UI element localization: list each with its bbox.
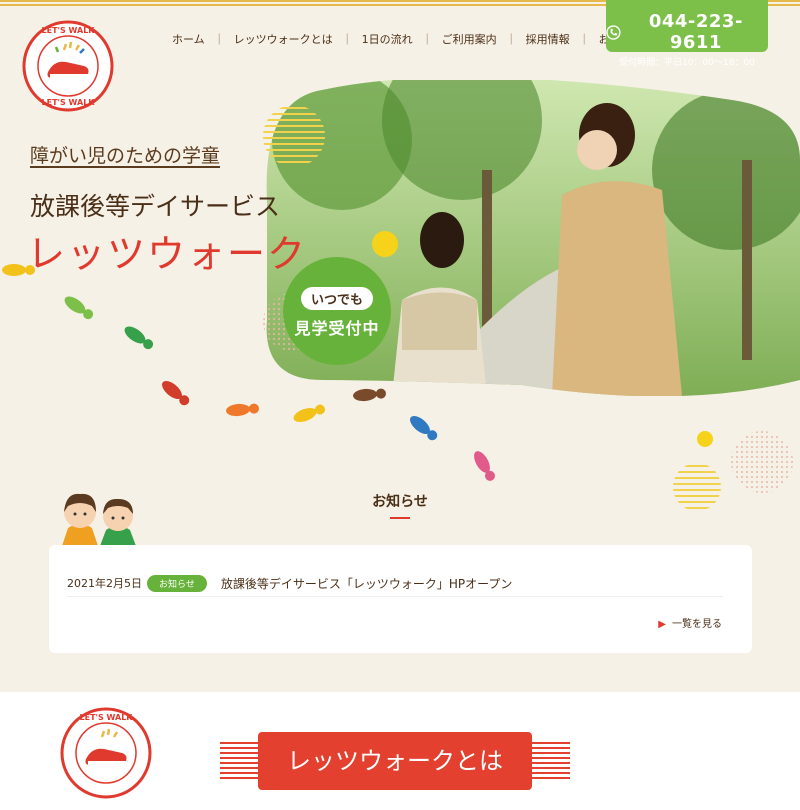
phone-number-row[interactable]: 044-223-9611 (606, 11, 768, 53)
visit-badge[interactable]: いつでも 見学受付中 (283, 257, 391, 365)
triangle-right-icon: ▶ (658, 619, 666, 630)
news-more-label[interactable]: 一覧を見る (672, 619, 722, 630)
logo: LET'S WALK (60, 707, 152, 799)
nav-home[interactable]: ホーム (163, 31, 214, 47)
news-title-link[interactable]: 放課後等デイサービス「レッツウォーク」HPオープン (221, 575, 513, 592)
phone-number[interactable]: 044-223-9611 (624, 11, 768, 53)
hero-subtitle-underline (30, 166, 220, 168)
news-heading: お知らせ (372, 494, 428, 510)
badge-line1: いつでも (300, 287, 373, 310)
news-category-badge: お知らせ (147, 574, 207, 592)
nav-separator: ｜ (213, 33, 225, 46)
deco-stripe-circle (263, 107, 325, 163)
badge-line2: 見学受付中 (294, 319, 380, 338)
deco-yellow-dot (697, 431, 713, 447)
logo-text-bottom: LET'S WALK (42, 98, 96, 107)
nav-about[interactable]: レッツウォークとは (225, 31, 342, 47)
hero-subtitle: 障がい児のための学童 (30, 145, 221, 167)
hero-service: 放課後等デイサービス (30, 192, 281, 221)
about-ribbon: レッツウォークとは (220, 732, 570, 790)
news-card: 2021年2月5日 お知らせ 放課後等デイサービス「レッツウォーク」HPオープン… (49, 545, 752, 653)
news-date: 2021年2月5日 (67, 577, 142, 590)
nav-separator: ｜ (505, 33, 517, 46)
phone-icon (606, 24, 621, 40)
deco-dot-circle (731, 431, 793, 493)
nav-separator: ｜ (578, 33, 590, 46)
phone-hours: 受付時間：平日10：00〜18：00 (619, 58, 755, 68)
nav-separator: ｜ (341, 33, 353, 46)
about-title: レッツウォークとは (287, 747, 503, 775)
nav-schedule[interactable]: 1日の流れ (353, 31, 422, 47)
news-item[interactable]: 2021年2月5日 お知らせ 放課後等デイサービス「レッツウォーク」HPオープン (67, 570, 723, 597)
nav-recruit[interactable]: 採用情報 (517, 31, 579, 47)
news-heading-underline (390, 517, 410, 519)
main-nav: ホーム ｜ レッツウォークとは ｜ 1日の流れ ｜ ご利用案内 ｜ 採用情報 ｜… (163, 31, 652, 47)
about-section: LET'S WALK レッツウォークとは (0, 692, 800, 810)
news-more-link[interactable]: ▶ 一覧を見る (658, 615, 722, 630)
footprints-decoration (2, 264, 495, 481)
ribbon-stripes-right (530, 742, 570, 782)
nav-guide[interactable]: ご利用案内 (433, 31, 506, 47)
phone-box[interactable]: 044-223-9611 受付時間：平日10：00〜18：00 (606, 0, 768, 68)
hero-name: レッツウォーク (27, 232, 308, 276)
logo-text-top: LET'S WALK (42, 26, 96, 35)
logo-text-top: LET'S WALK (80, 713, 134, 722)
ribbon-stripes-left (220, 742, 260, 782)
nav-separator: ｜ (421, 33, 433, 46)
logo[interactable]: LET'S WALK LET'S WALK (22, 20, 114, 112)
